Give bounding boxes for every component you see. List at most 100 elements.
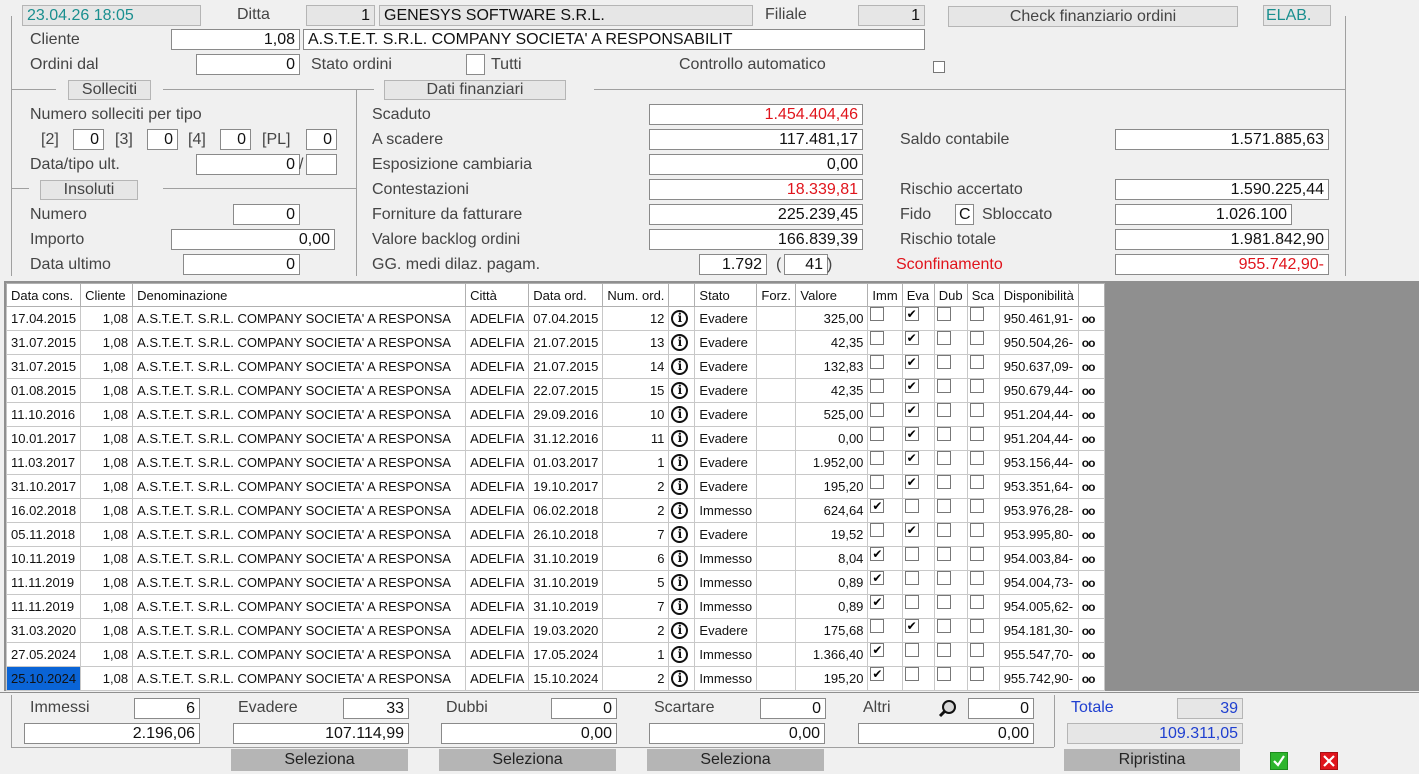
sca-checkbox[interactable] [969,571,984,585]
fido-flag-field[interactable]: C [955,204,974,225]
eva-checkbox[interactable]: ✔ [904,307,919,321]
seleziona-immessi-button[interactable]: Seleziona [231,749,408,771]
column-header[interactable] [1077,283,1105,307]
info-icon[interactable]: i [671,574,689,592]
column-header[interactable]: Valore [795,283,869,307]
table-row[interactable]: 05.11.2018 1,08 A.S.T.E.T. S.R.L. COMPANY … [5,522,1105,547]
tipopl-field[interactable]: 0 [306,129,337,150]
sca-checkbox[interactable] [969,667,984,681]
eva-checkbox[interactable]: ✔ [904,523,919,537]
column-header[interactable]: Data cons. [5,283,82,307]
insoluti-importo-field[interactable]: 0,00 [171,229,335,250]
dub-checkbox[interactable] [936,523,951,537]
insoluti-data-field[interactable]: 0 [183,254,300,275]
imm-checkbox[interactable]: ✔ [870,499,885,513]
dub-checkbox[interactable] [936,667,951,681]
glasses-icon[interactable]: oo [1082,672,1096,686]
ripristina-button[interactable]: Ripristina [1064,749,1240,771]
seleziona-evadere-button[interactable]: Seleziona [439,749,616,771]
glasses-icon[interactable]: oo [1082,528,1096,542]
table-row[interactable]: 10.11.2019 1,08 A.S.T.E.T. S.R.L. COMPANY … [5,546,1105,571]
table-row[interactable]: 17.04.2015 1,08 A.S.T.E.T. S.R.L. COMPANY … [5,306,1105,331]
table-row[interactable]: 01.08.2015 1,08 A.S.T.E.T. S.R.L. COMPANY … [5,378,1105,403]
sca-checkbox[interactable] [969,451,984,465]
imm-checkbox[interactable]: ✔ [870,571,885,585]
eva-checkbox[interactable] [904,595,919,609]
column-header[interactable]: Città [465,283,530,307]
table-row[interactable]: 31.10.2017 1,08 A.S.T.E.T. S.R.L. COMPANY … [5,474,1105,499]
info-icon[interactable]: i [671,430,689,448]
dub-checkbox[interactable] [936,619,951,633]
cliente-name-field[interactable]: A.S.T.E.T. S.R.L. COMPANY SOCIETA' A RES… [303,29,925,50]
imm-checkbox[interactable] [870,451,885,465]
imm-checkbox[interactable] [870,427,885,441]
dub-checkbox[interactable] [936,499,951,513]
tipo4-field[interactable]: 0 [220,129,251,150]
glasses-icon[interactable]: oo [1082,360,1096,374]
imm-checkbox[interactable] [870,475,885,489]
column-header[interactable]: Stato [694,283,758,307]
column-header[interactable]: Disponibilità [998,283,1079,307]
table-row[interactable]: 11.11.2019 1,08 A.S.T.E.T. S.R.L. COMPANY … [5,594,1105,619]
dub-checkbox[interactable] [936,331,951,345]
glasses-icon[interactable]: oo [1082,456,1096,470]
glasses-icon[interactable]: oo [1082,312,1096,326]
dub-checkbox[interactable] [936,451,951,465]
seleziona-dubbi-button[interactable]: Seleziona [647,749,824,771]
table-row[interactable]: 10.01.2017 1,08 A.S.T.E.T. S.R.L. COMPANY … [5,426,1105,451]
eva-checkbox[interactable]: ✔ [904,403,919,417]
ordini-dal-field[interactable]: 0 [196,54,300,75]
dub-checkbox[interactable] [936,379,951,393]
info-icon[interactable]: i [671,406,689,424]
info-icon[interactable]: i [671,622,689,640]
sca-checkbox[interactable] [969,379,984,393]
sca-checkbox[interactable] [969,403,984,417]
data-tipo-field[interactable]: 0 [196,154,300,175]
info-icon[interactable]: i [671,550,689,568]
tipo3-field[interactable]: 0 [147,129,178,150]
sca-checkbox[interactable] [969,523,984,537]
glasses-icon[interactable]: oo [1082,624,1096,638]
sca-checkbox[interactable] [969,331,984,345]
imm-checkbox[interactable] [870,307,885,321]
column-header[interactable]: Sca [966,283,1000,307]
insoluti-numero-field[interactable]: 0 [233,204,300,225]
imm-checkbox[interactable] [870,355,885,369]
glasses-icon[interactable]: oo [1082,408,1096,422]
table-row[interactable]: 31.07.2015 1,08 A.S.T.E.T. S.R.L. COMPANY … [5,354,1105,379]
eva-checkbox[interactable]: ✔ [904,427,919,441]
imm-checkbox[interactable] [870,523,885,537]
table-row[interactable]: 31.03.2020 1,08 A.S.T.E.T. S.R.L. COMPANY … [5,618,1105,643]
eva-checkbox[interactable]: ✔ [904,355,919,369]
table-row[interactable]: 27.05.2024 1,08 A.S.T.E.T. S.R.L. COMPANY … [5,642,1105,667]
sca-checkbox[interactable] [969,307,984,321]
info-icon[interactable]: i [671,502,689,520]
controllo-automatico-checkbox[interactable] [933,61,945,73]
column-header[interactable]: Dub [933,283,968,307]
imm-checkbox[interactable]: ✔ [870,667,885,681]
cancel-icon[interactable] [1320,752,1338,770]
sca-checkbox[interactable] [969,427,984,441]
table-row[interactable]: 11.11.2019 1,08 A.S.T.E.T. S.R.L. COMPANY … [5,570,1105,595]
eva-checkbox[interactable] [904,499,919,513]
imm-checkbox[interactable] [870,379,885,393]
eva-checkbox[interactable]: ✔ [904,451,919,465]
dub-checkbox[interactable] [936,403,951,417]
dub-checkbox[interactable] [936,595,951,609]
altri-search-icon[interactable] [938,699,958,719]
eva-checkbox[interactable]: ✔ [904,619,919,633]
glasses-icon[interactable]: oo [1082,384,1096,398]
dub-checkbox[interactable] [936,571,951,585]
info-icon[interactable]: i [671,478,689,496]
sca-checkbox[interactable] [969,643,984,657]
eva-checkbox[interactable] [904,571,919,585]
eva-checkbox[interactable] [904,667,919,681]
imm-checkbox[interactable] [870,403,885,417]
info-icon[interactable]: i [671,358,689,376]
imm-checkbox[interactable] [870,331,885,345]
imm-checkbox[interactable]: ✔ [870,595,885,609]
info-icon[interactable]: i [671,454,689,472]
column-header[interactable]: Eva [901,283,935,307]
confirm-icon[interactable] [1270,752,1288,770]
dub-checkbox[interactable] [936,643,951,657]
